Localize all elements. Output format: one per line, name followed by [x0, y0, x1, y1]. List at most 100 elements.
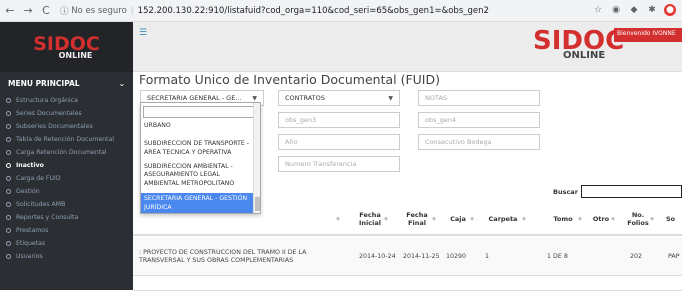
obs-gen3-input[interactable]: obs_gen3 — [278, 112, 400, 128]
consecutivo-placeholder: Consecutivo Bodega — [425, 138, 492, 146]
back-icon[interactable]: ← — [2, 3, 18, 19]
sort-icon[interactable]: ◆ — [333, 204, 341, 236]
cell-otro — [591, 238, 617, 276]
dropdown-option[interactable]: SUBDIRECCION DE TRANSPORTE - AREA TECNIC… — [141, 138, 254, 159]
menu-header[interactable]: MENU PRINCIPAL ⌄ — [0, 72, 133, 94]
table-row[interactable] — [133, 277, 682, 291]
sidebar-item[interactable]: Solicitudes AMB — [0, 198, 133, 211]
sidebar-item-label: Estructura Orgánica — [16, 97, 78, 104]
sidebar-item[interactable]: Reportes y Consulta — [0, 211, 133, 224]
th-label: Fecha Final — [406, 211, 428, 227]
sidebar-item[interactable]: Estructura Orgánica — [0, 94, 133, 107]
bookmark-star-icon[interactable]: ☆ — [592, 4, 604, 16]
sidebar-item[interactable]: Tabla de Retención Documental — [0, 133, 133, 146]
cell-asunto: : PROYECTO DE CONSTRUCCION DEL TRAMO II … — [139, 248, 307, 265]
sidebar-item[interactable]: Prestamos — [0, 224, 133, 237]
serie-value: CONTRATOS — [285, 94, 325, 102]
circle-icon — [6, 111, 11, 116]
dropdown-option[interactable]: URBANO — [141, 120, 254, 132]
forward-icon[interactable]: → — [20, 3, 36, 19]
sort-icon: ◆ — [578, 216, 582, 222]
sidebar-item[interactable]: Carga Retención Documental — [0, 146, 133, 159]
search-input[interactable] — [581, 185, 682, 198]
extension-icon[interactable]: ◉ — [610, 4, 622, 16]
sidebar-item-label: Etiquetas — [16, 240, 46, 247]
caret-down-icon: ▼ — [252, 94, 257, 102]
sidebar-item-label: Reportes y Consulta — [16, 214, 79, 221]
hamburger-menu-icon[interactable]: ☰ — [139, 28, 147, 38]
sidebar-item-active[interactable]: Inactivo — [0, 159, 133, 172]
sort-icon: ◆ — [384, 216, 388, 222]
dropdown-search-input[interactable] — [143, 106, 257, 118]
th-caja[interactable]: Caja ◆ — [441, 204, 475, 236]
table-header: ◆ Fecha Inicial ◆ Fecha Final ◆ Caja ◆ Carp… — [133, 204, 682, 236]
menu-list: Estructura Orgánica Series Documentales … — [0, 94, 133, 263]
security-label: No es seguro — [71, 5, 127, 16]
circle-icon — [6, 137, 11, 142]
sort-icon: ◆ — [650, 216, 654, 222]
circle-icon — [6, 163, 11, 168]
browser-toolbar: ← → C ⓘ No es seguro | 152.200.130.22:91… — [0, 0, 682, 22]
th-otro[interactable]: Otro ◆ — [586, 204, 616, 236]
sidebar-item-label: Carga Retención Documental — [16, 149, 107, 156]
th-carpeta[interactable]: Carpeta ◆ — [479, 204, 527, 236]
sidebar-item[interactable]: Gestión — [0, 185, 133, 198]
numero-transferencia-input[interactable]: Numero Transferencia — [278, 156, 400, 172]
sidebar-logo[interactable]: SIDOC ONLINE — [0, 22, 133, 72]
dependencia-dropdown: URBANO SUBDIRECCION DE TRANSPORTE - AREA… — [140, 102, 261, 214]
sidebar-item-label: Usuarios — [16, 253, 43, 260]
circle-icon — [6, 98, 11, 103]
sidebar-item[interactable]: Usuarios — [0, 250, 133, 263]
dropdown-scrollbar[interactable] — [253, 103, 260, 213]
notas-input[interactable]: NOTAS — [418, 90, 540, 106]
circle-icon — [6, 150, 11, 155]
sidebar-item-label: Subseries Documentales — [16, 123, 93, 130]
cell-tomo: 1 DE 8 — [547, 252, 568, 260]
extension-icon[interactable]: ◆ — [628, 4, 640, 16]
sidebar-item[interactable]: Series Documentales — [0, 107, 133, 120]
sidebar-item-label: Inactivo — [16, 162, 44, 169]
dropdown-option[interactable]: SUBDIRECCION AMBIENTAL - ASEGURAMIENTO L… — [141, 161, 254, 190]
sidebar-item[interactable]: Subseries Documentales — [0, 120, 133, 133]
sidebar-item-label: Prestamos — [16, 227, 49, 234]
cell-no-folios: 202 — [630, 252, 643, 260]
obs-gen4-input[interactable]: obs_gen4 — [418, 112, 540, 128]
th-soporte[interactable]: So — [666, 204, 682, 236]
circle-icon — [6, 189, 11, 194]
reload-icon[interactable]: C — [38, 3, 54, 19]
sidebar-item[interactable]: Carga de FUID — [0, 172, 133, 185]
address-bar[interactable]: ⓘ No es seguro | 152.200.130.22:910/list… — [60, 3, 490, 19]
sort-icon: ◆ — [522, 216, 526, 222]
anio-input[interactable]: Año — [278, 134, 400, 150]
th-label: Tomo — [553, 215, 573, 224]
sidebar-item[interactable]: Etiquetas — [0, 237, 133, 250]
circle-icon — [6, 202, 11, 207]
dropdown-options: URBANO SUBDIRECCION DE TRANSPORTE - AREA… — [141, 120, 254, 213]
th-fecha-final[interactable]: Fecha Final ◆ — [397, 204, 437, 236]
serie-select[interactable]: CONTRATOS ▼ — [278, 90, 400, 106]
chevron-down-icon: ⌄ — [118, 78, 125, 88]
th-fecha-inicial[interactable]: Fecha Inicial ◆ — [351, 204, 389, 236]
puzzle-icon[interactable]: ✱ — [646, 4, 658, 16]
sidebar: SIDOC ONLINE MENU PRINCIPAL ⌄ Estructura… — [0, 22, 133, 290]
th-no-folios[interactable]: No. Folios ◆ — [621, 204, 655, 236]
url-text: 152.200.130.22:910/listafuid?cod_orga=11… — [137, 5, 490, 16]
consecutivo-bodega-input[interactable]: Consecutivo Bodega — [418, 134, 540, 150]
circle-icon — [6, 228, 11, 233]
circle-icon — [6, 241, 11, 246]
cell-caja: 10290 — [446, 252, 467, 260]
th-label: Carpeta — [488, 215, 518, 224]
cell-fecha-final: 2014-11-25 — [403, 252, 440, 260]
search-label: Buscar — [553, 188, 578, 196]
page-title: Formato Unico de Inventario Documental (… — [139, 72, 440, 87]
table-row[interactable]: : PROYECTO DE CONSTRUCCION DEL TRAMO II … — [133, 238, 682, 276]
user-welcome[interactable]: Bienvenido IVONNE — [614, 28, 682, 42]
sidebar-item-label: Solicitudes AMB — [16, 201, 66, 208]
caret-down-icon: ▼ — [388, 94, 393, 102]
main-content: Formato Unico de Inventario Documental (… — [133, 72, 682, 291]
th-tomo[interactable]: Tomo ◆ — [543, 204, 583, 236]
circle-icon — [6, 124, 11, 129]
profile-icon[interactable]: ● — [664, 4, 676, 16]
th-label: Otro — [592, 215, 610, 224]
sidebar-item-label: Series Documentales — [16, 110, 82, 117]
